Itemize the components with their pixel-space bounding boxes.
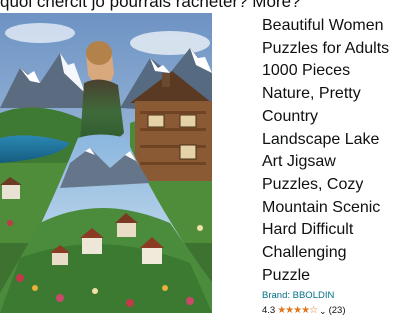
star-rating-icon: ★★★★☆ [277,305,318,317]
brand-link[interactable]: Brand: BBOLDIN [262,289,398,303]
puzzle-artwork [0,13,212,313]
product-info: Beautiful Women Puzzles for Adults 1000 … [262,15,398,318]
product-image[interactable] [0,13,212,313]
previous-text-fragment: quoi chercit jo pourrais racheter? More? [0,0,301,11]
product-title[interactable]: Beautiful Women Puzzles for Adults 1000 … [262,15,398,287]
review-count[interactable]: (23) [329,304,346,318]
rating-row[interactable]: 4.3 ★★★★☆ ⌄ (23) [262,304,398,318]
rating-value: 4.3 [262,305,276,317]
chevron-down-icon[interactable]: ⌄ [319,304,327,318]
